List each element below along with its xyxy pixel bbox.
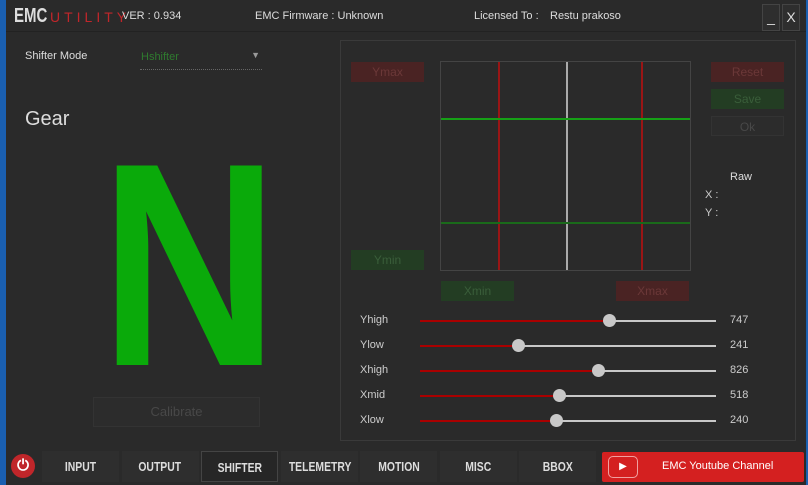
ymax-button[interactable]: Ymax [351,62,424,82]
shifter-mode-select[interactable]: Hshifter ▼ [140,46,262,70]
app-window: EMC UTILITY VER : 0.934 EMC Firmware : U… [6,0,806,485]
slider-value: 240 [730,414,749,426]
slider-knob[interactable] [591,364,605,377]
shifter-mode-value: Hshifter [141,51,179,63]
close-button[interactable]: X [782,4,800,31]
save-button[interactable]: Save [711,89,784,109]
reset-button[interactable]: Reset [711,62,784,82]
tab-motion[interactable]: MOTION [360,451,437,482]
tab-shifter[interactable]: SHIFTER [201,451,278,482]
tab-label: MISC [465,459,491,474]
slider-row-xmid: Xmid 518 [360,388,780,404]
minimize-button[interactable]: _ [762,4,780,31]
tab-label: MOTION [377,459,420,474]
calibrate-button[interactable]: Calibrate [93,397,260,427]
slider-value: 826 [730,364,749,376]
slider-yhigh[interactable] [420,314,716,327]
slider-knob[interactable] [511,339,525,352]
slider-xlow[interactable] [420,414,716,427]
tab-label: OUTPUT [138,459,182,474]
xmin-button[interactable]: Xmin [441,281,514,301]
slider-fill [420,320,610,322]
version-label: VER : 0.934 [122,10,182,22]
slider-xhigh[interactable] [420,364,716,377]
slider-fill [420,370,598,372]
ylow-line [441,222,690,224]
slider-label: Ylow [360,339,384,351]
raw-y-label: Y : [705,207,719,219]
shifter-mode-label: Shifter Mode [25,50,88,62]
tab-telemetry[interactable]: TELEMETRY [280,451,358,482]
slider-xmid[interactable] [420,389,716,402]
tab-label: TELEMETRY [288,459,351,474]
youtube-channel-button[interactable]: ▶ EMC Youtube Channel [602,452,804,482]
slider-knob[interactable] [550,414,564,427]
power-icon[interactable]: ⏻ [11,454,35,478]
tab-label: SHIFTER [217,460,262,475]
xmid-line [566,62,568,270]
licensed-name: Restu prakoso [550,10,621,22]
tab-bbox[interactable]: BBOX [519,451,596,482]
youtube-label: EMC Youtube Channel [662,460,774,472]
raw-label: Raw [730,171,753,183]
slider-value: 241 [730,339,749,351]
licensed-label: Licensed To : [474,10,539,22]
slider-fill [420,420,557,422]
slider-value: 518 [730,389,749,401]
slider-fill [420,395,560,397]
slider-row-yhigh: Yhigh 747 [360,313,780,329]
ymin-button[interactable]: Ymin [351,250,424,270]
slider-label: Xlow [360,414,384,426]
xmax-button[interactable]: Xmax [616,281,689,301]
firmware-label: EMC Firmware : Unknown [255,10,384,22]
slider-row-xhigh: Xhigh 826 [360,363,780,379]
slider-row-xlow: Xlow 240 [360,413,780,429]
raw-x-label: X : [705,189,719,201]
tab-label: INPUT [64,459,97,474]
logo-emc: EMC [14,5,48,27]
slider-value: 747 [730,314,749,326]
xlow-line [498,62,500,270]
play-icon: ▶ [608,456,638,478]
chevron-down-icon: ▼ [251,50,260,60]
ok-button[interactable]: Ok [711,116,784,136]
slider-row-ylow: Ylow 241 [360,338,780,354]
tab-misc[interactable]: MISC [439,451,517,482]
slider-knob[interactable] [603,314,617,327]
title-bar: EMC UTILITY VER : 0.934 EMC Firmware : U… [6,0,806,32]
xhigh-line [641,62,643,270]
yhigh-line [441,118,690,120]
bottom-nav: ⏻ INPUT OUTPUT SHIFTER TELEMETRY MOTION MISC B… [6,450,806,484]
slider-fill [420,345,518,347]
logo-utility: UTILITY [50,9,131,25]
shifter-position-plot [440,61,691,271]
slider-knob[interactable] [553,389,567,402]
tab-output[interactable]: OUTPUT [121,451,199,482]
gear-indicator: N [100,103,279,427]
tab-input[interactable]: INPUT [42,451,119,482]
slider-label: Yhigh [360,314,389,326]
slider-ylow[interactable] [420,339,716,352]
slider-label: Xhigh [360,364,389,376]
gear-label: Gear [25,108,70,130]
slider-label: Xmid [360,389,386,401]
tab-label: BBOX [542,459,573,474]
